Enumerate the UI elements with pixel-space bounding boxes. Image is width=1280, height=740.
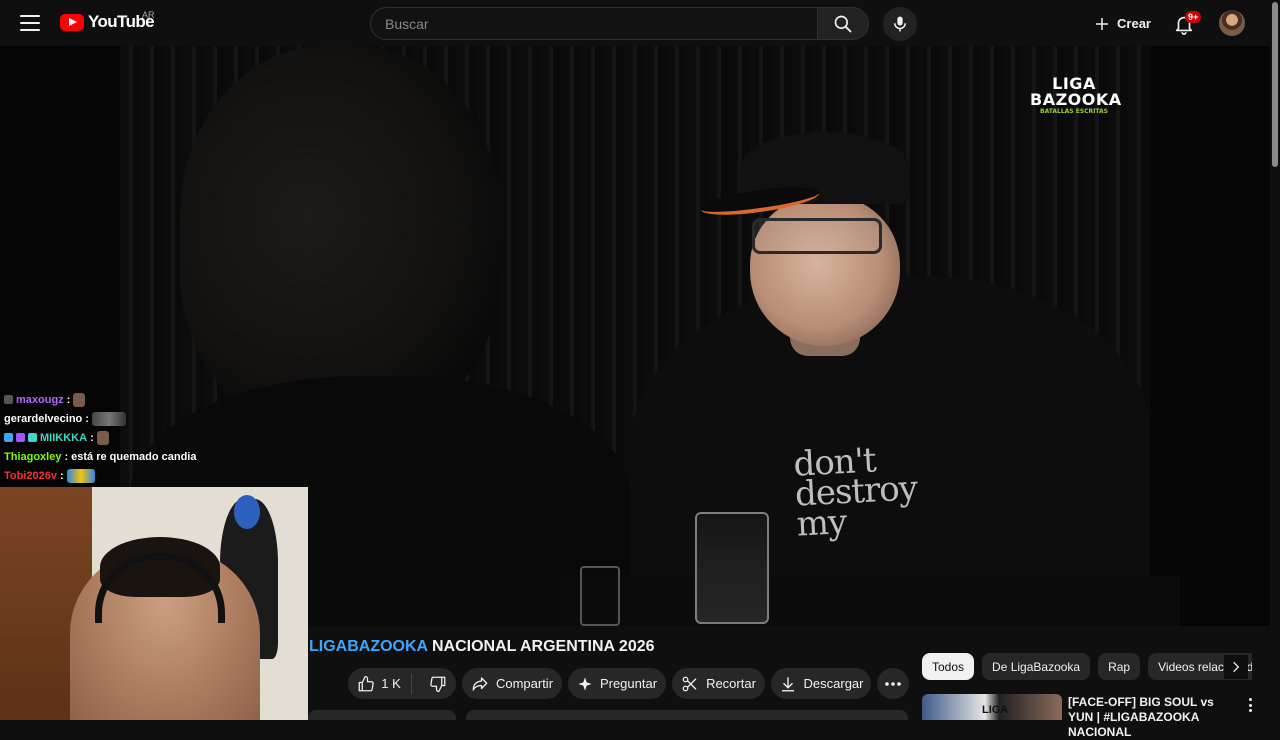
- video-glasses: [752, 218, 882, 254]
- channel-row: [308, 710, 456, 720]
- video-glass: [695, 512, 769, 624]
- menu-icon[interactable]: [18, 12, 42, 34]
- recommended-video-menu-icon[interactable]: [1242, 697, 1258, 713]
- thumbnail-text: LIGA: [982, 704, 1009, 716]
- user-badge-icon: [4, 433, 13, 442]
- create-label: Crear: [1117, 16, 1151, 31]
- chat-message: Thiagoxley : está re quemado candia: [4, 450, 197, 463]
- download-label: Descargar: [803, 676, 864, 691]
- chip-from-channel[interactable]: De LigaBazooka: [982, 653, 1091, 680]
- notification-badge: 9+: [1185, 11, 1202, 23]
- description-box[interactable]: [466, 710, 908, 720]
- search-button[interactable]: [817, 7, 869, 40]
- dislike-button[interactable]: [419, 675, 447, 693]
- recommendation-chips: Todos De LigaBazooka Rap Videos relacion…: [922, 653, 1252, 680]
- plus-icon: [1096, 17, 1109, 30]
- thumbs-up-icon: [358, 675, 374, 691]
- youtube-logo[interactable]: YouTube: [60, 12, 155, 32]
- stream-chat-overlay: maxougz : gerardelvecino : MIIKKKA : Thi…: [0, 390, 300, 485]
- page-scrollbar[interactable]: [1270, 0, 1280, 720]
- scissors-icon: [682, 676, 697, 691]
- chat-message: Tobi2026v :: [0, 466, 300, 485]
- chat-username: Tobi2026v: [4, 469, 57, 482]
- share-arrow-icon: [472, 676, 488, 691]
- clip-button[interactable]: Recortar: [672, 668, 765, 699]
- thumbs-down-icon: [429, 676, 446, 692]
- title-text: NACIONAL ARGENTINA 2026: [427, 638, 655, 655]
- chip-all[interactable]: Todos: [922, 653, 975, 680]
- emote-icon: [96, 430, 109, 445]
- chat-username: Thiagoxley: [4, 450, 62, 463]
- download-icon: [781, 676, 794, 691]
- voice-search-button[interactable]: [883, 7, 917, 41]
- chat-username: gerardelvecino: [4, 412, 83, 425]
- sparkle-icon: [578, 676, 592, 691]
- search-input[interactable]: [371, 8, 817, 39]
- video-title: LIGABAZOOKA NACIONAL ARGENTINA 2026: [309, 638, 655, 656]
- chat-username: MIIKKKA: [40, 431, 88, 444]
- user-badge-icon: [28, 433, 37, 442]
- account-avatar[interactable]: [1219, 10, 1245, 36]
- clip-label: Recortar: [706, 676, 756, 691]
- youtube-play-icon: [60, 13, 84, 31]
- video-glass-small: [580, 566, 620, 626]
- share-button[interactable]: Compartir: [462, 668, 562, 699]
- ask-label: Preguntar: [599, 676, 658, 691]
- user-badge-icon: [4, 395, 13, 404]
- video-shirt-text: don't destroy my: [792, 440, 918, 545]
- title-hashtag-link[interactable]: LIGABAZOOKA: [309, 638, 428, 655]
- emote-icon: [73, 392, 86, 407]
- webcam-mannequin-head: [234, 495, 260, 529]
- search-box: [370, 7, 818, 40]
- scrollbar-thumb[interactable]: [1272, 2, 1278, 167]
- search-icon: [834, 15, 852, 32]
- like-button[interactable]: 1 K: [357, 673, 412, 694]
- notifications-button[interactable]: 9+: [1170, 10, 1202, 38]
- video-person-left: [180, 46, 500, 426]
- chat-username: maxougz: [16, 393, 64, 406]
- chevron-right-icon: [1233, 661, 1240, 673]
- chips-next-button[interactable]: [1224, 655, 1248, 679]
- user-badge-icon: [16, 433, 25, 442]
- download-button[interactable]: Descargar: [771, 668, 871, 699]
- chat-message: MIIKKKA :: [0, 428, 300, 447]
- chat-message: maxougz :: [0, 390, 300, 409]
- region-label: AR: [142, 10, 155, 20]
- more-horizontal-icon: [885, 681, 901, 686]
- ask-button[interactable]: Preguntar: [568, 668, 666, 699]
- like-count: 1 K: [381, 676, 401, 691]
- streamer-webcam: [0, 487, 308, 720]
- microphone-icon: [894, 16, 906, 32]
- watermark-line3: BATALLAS ESCRITAS: [1040, 108, 1108, 115]
- top-bar: YouTube AR Crear 9+: [0, 0, 1280, 46]
- create-button[interactable]: Crear: [1086, 8, 1158, 39]
- video-table: [560, 576, 1180, 626]
- channel-watermark: LIGA BAZOOKA BATALLAS ESCRITAS: [1030, 76, 1122, 138]
- emote-icon: [91, 411, 126, 426]
- recommended-video-title[interactable]: [FACE-OFF] BIG SOUL vs YUN | #LIGABAZOOK…: [1068, 695, 1238, 740]
- chat-message: gerardelvecino :: [0, 409, 300, 428]
- more-actions-button[interactable]: [877, 668, 909, 699]
- like-dislike-group: 1 K: [348, 668, 456, 699]
- emote-icon: [66, 468, 95, 483]
- chat-text: está re quemado candia: [71, 450, 197, 463]
- watermark-line2: BAZOOKA: [1030, 90, 1122, 109]
- recommended-video-thumbnail[interactable]: LIGA: [922, 694, 1062, 720]
- chip-rap[interactable]: Rap: [1098, 653, 1141, 680]
- share-label: Compartir: [495, 676, 554, 691]
